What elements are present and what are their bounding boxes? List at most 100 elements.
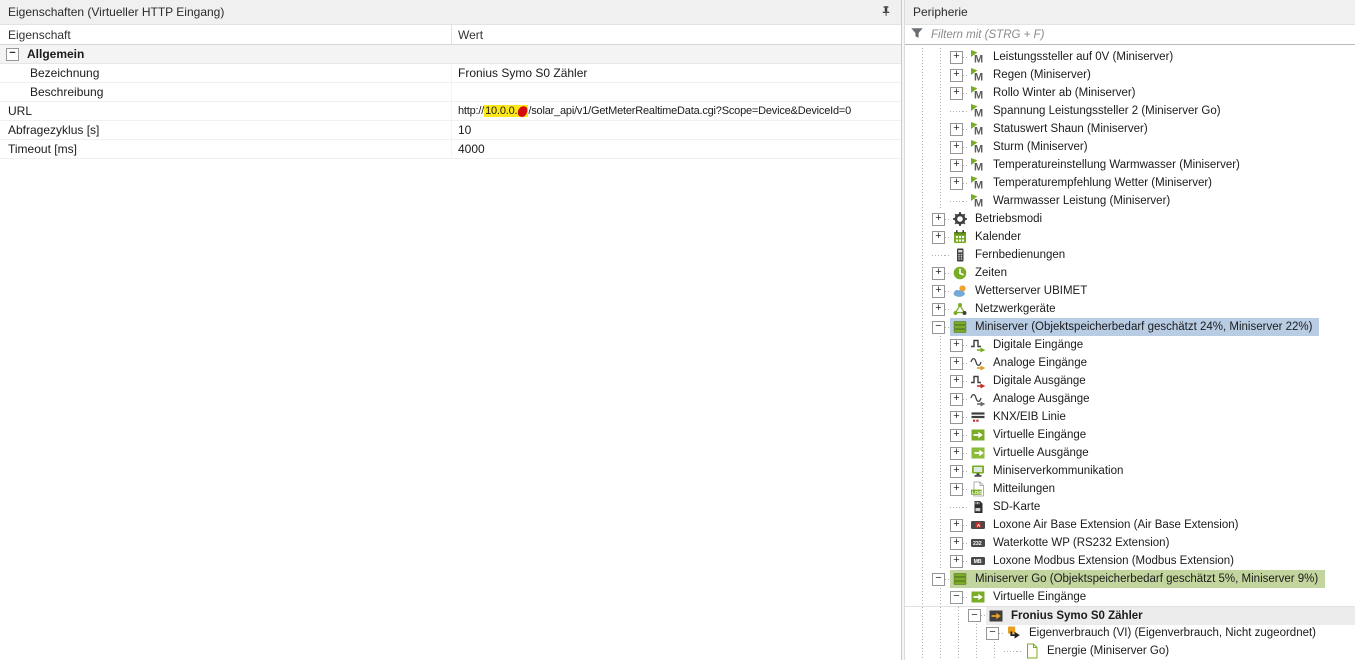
expand-toggle[interactable]: [950, 428, 963, 442]
collapse-toggle[interactable]: [932, 320, 945, 334]
tree-item[interactable]: M Statuswert Shaun (Miniserver): [905, 120, 1355, 138]
tree-item[interactable]: Virtuelle Ausgänge: [905, 444, 1355, 462]
collapse-toggle[interactable]: [968, 609, 981, 622]
property-row[interactable]: Beschreibung: [0, 83, 901, 102]
tree-item-label: Loxone Modbus Extension (Modbus Extensio…: [993, 555, 1235, 567]
periphery-panel-header: Peripherie: [905, 0, 1355, 25]
tree-item[interactable]: M Temperaturempfehlung Wetter (Miniserver…: [905, 174, 1355, 192]
tree-item[interactable]: Kalender: [905, 228, 1355, 246]
tree-item[interactable]: M Rollo Winter ab (Miniserver): [905, 84, 1355, 102]
tree-item[interactable]: Miniserver Go (Objektspeicherbedarf gesc…: [905, 570, 1355, 588]
tree-item[interactable]: M Regen (Miniserver): [905, 66, 1355, 84]
tree-connector: [950, 194, 963, 208]
tree-item[interactable]: LOG Mitteilungen: [905, 480, 1355, 498]
expand-toggle[interactable]: [932, 266, 945, 280]
property-name-cell[interactable]: Timeout [ms]: [0, 140, 452, 158]
tree-item[interactable]: MB Loxone Modbus Extension (Modbus Extens…: [905, 552, 1355, 570]
tree-item[interactable]: Digitale Eingänge: [905, 336, 1355, 354]
tree-item[interactable]: Energie (Miniserver Go): [905, 642, 1355, 660]
tree-item[interactable]: A Loxone Air Base Extension (Air Base Ext…: [905, 516, 1355, 534]
expand-toggle[interactable]: [950, 140, 963, 154]
tree-item[interactable]: Wetterserver UBIMET: [905, 282, 1355, 300]
property-row[interactable]: Timeout [ms] 4000: [0, 140, 901, 159]
property-name-cell[interactable]: Beschreibung: [0, 83, 452, 101]
periphery-panel-title: Peripherie: [913, 5, 968, 19]
property-name-cell[interactable]: Abfragezyklus [s]: [0, 121, 452, 139]
tree-item-content: M Rollo Winter ab (Miniserver): [968, 84, 1143, 102]
property-value-cell[interactable]: 10: [452, 121, 901, 139]
tree-item[interactable]: SD-Karte: [905, 498, 1355, 516]
property-value-cell[interactable]: [452, 83, 901, 101]
tree-item-content: Kalender: [950, 228, 1028, 246]
tree-guide-line: [914, 318, 932, 336]
memory-flag-icon: M: [970, 139, 986, 155]
property-name-cell[interactable]: URL: [0, 102, 452, 120]
property-name-cell[interactable]: Bezeichnung: [0, 64, 452, 82]
property-row[interactable]: Abfragezyklus [s] 10: [0, 121, 901, 140]
expand-toggle[interactable]: [950, 446, 963, 460]
expand-toggle[interactable]: [950, 50, 963, 64]
expand-toggle[interactable]: [932, 302, 945, 316]
expand-toggle[interactable]: [950, 356, 963, 370]
expand-toggle[interactable]: [950, 68, 963, 82]
property-group-allgemein[interactable]: Allgemein: [0, 45, 901, 64]
collapse-toggle[interactable]: [986, 626, 999, 640]
tree-item[interactable]: 232 Waterkotte WP (RS232 Extension): [905, 534, 1355, 552]
property-value-cell[interactable]: 4000: [452, 140, 901, 158]
expand-toggle[interactable]: [950, 410, 963, 424]
svg-text:M: M: [974, 90, 983, 102]
expand-toggle[interactable]: [932, 284, 945, 298]
collapse-toggle[interactable]: [6, 47, 19, 61]
document-icon: [1024, 643, 1040, 659]
tree-item[interactable]: Eigenverbrauch (VI) (Eigenverbrauch, Nic…: [905, 624, 1355, 642]
tree-item[interactable]: Virtuelle Eingänge: [905, 588, 1355, 606]
tree-item[interactable]: Fronius Symo S0 Zähler: [905, 606, 1355, 625]
expand-toggle[interactable]: [950, 518, 963, 532]
tree-item[interactable]: Zeiten: [905, 264, 1355, 282]
tree-item[interactable]: M Warmwasser Leistung (Miniserver): [905, 192, 1355, 210]
tree-item[interactable]: Digitale Ausgänge: [905, 372, 1355, 390]
column-header-wert: Wert: [458, 27, 484, 42]
pin-button[interactable]: [877, 3, 895, 21]
expand-toggle[interactable]: [950, 536, 963, 550]
expand-toggle[interactable]: [932, 230, 945, 244]
property-row[interactable]: Bezeichnung Fronius Symo S0 Zähler: [0, 64, 901, 83]
tree-item[interactable]: Analoge Eingänge: [905, 354, 1355, 372]
property-value-cell[interactable]: http://10.0.0. /solar_api/v1/GetMeterReal…: [452, 102, 901, 120]
tree-item[interactable]: M Sturm (Miniserver): [905, 138, 1355, 156]
tree-item-label: Waterkotte WP (RS232 Extension): [993, 537, 1170, 549]
property-row[interactable]: URL http://10.0.0. /solar_api/v1/GetMeterR…: [0, 102, 901, 121]
expand-toggle[interactable]: [932, 212, 945, 226]
tree-item[interactable]: KNX/EIB Linie: [905, 408, 1355, 426]
collapse-toggle[interactable]: [932, 572, 945, 586]
filter-input[interactable]: [929, 26, 1351, 43]
expand-toggle[interactable]: [950, 374, 963, 388]
tree-item[interactable]: Miniserver (Objektspeicherbedarf geschät…: [905, 318, 1355, 336]
tree-item[interactable]: Betriebsmodi: [905, 210, 1355, 228]
expand-toggle[interactable]: [950, 482, 963, 496]
expand-toggle[interactable]: [950, 392, 963, 406]
expand-toggle[interactable]: [950, 554, 963, 568]
expand-toggle[interactable]: [950, 86, 963, 100]
tree-guide-line: [932, 336, 950, 354]
tree-item[interactable]: Netzwerkgeräte: [905, 300, 1355, 318]
expand-toggle[interactable]: [950, 338, 963, 352]
tree-item[interactable]: Miniserverkommunikation: [905, 462, 1355, 480]
tree-item[interactable]: M Leistungssteller auf 0V (Miniserver): [905, 48, 1355, 66]
clock-icon: [952, 265, 968, 281]
tree-item[interactable]: Fernbedienungen: [905, 246, 1355, 264]
collapse-toggle[interactable]: [950, 590, 963, 604]
expand-toggle[interactable]: [950, 176, 963, 190]
tree-item-label: Warmwasser Leistung (Miniserver): [993, 195, 1171, 207]
expand-toggle[interactable]: [950, 464, 963, 478]
tree-item[interactable]: M Temperatureinstellung Warmwasser (Minis…: [905, 156, 1355, 174]
expand-toggle[interactable]: [950, 122, 963, 136]
tree-item[interactable]: Analoge Ausgänge: [905, 390, 1355, 408]
tree-guide-line: [968, 624, 986, 642]
property-value-cell[interactable]: Fronius Symo S0 Zähler: [452, 64, 901, 82]
expand-toggle[interactable]: [950, 158, 963, 172]
tree-item[interactable]: Virtuelle Eingänge: [905, 426, 1355, 444]
redaction-scribble: [517, 104, 529, 118]
tree-item[interactable]: M Spannung Leistungssteller 2 (Miniserver…: [905, 102, 1355, 120]
tree-guide-line: [914, 156, 932, 174]
